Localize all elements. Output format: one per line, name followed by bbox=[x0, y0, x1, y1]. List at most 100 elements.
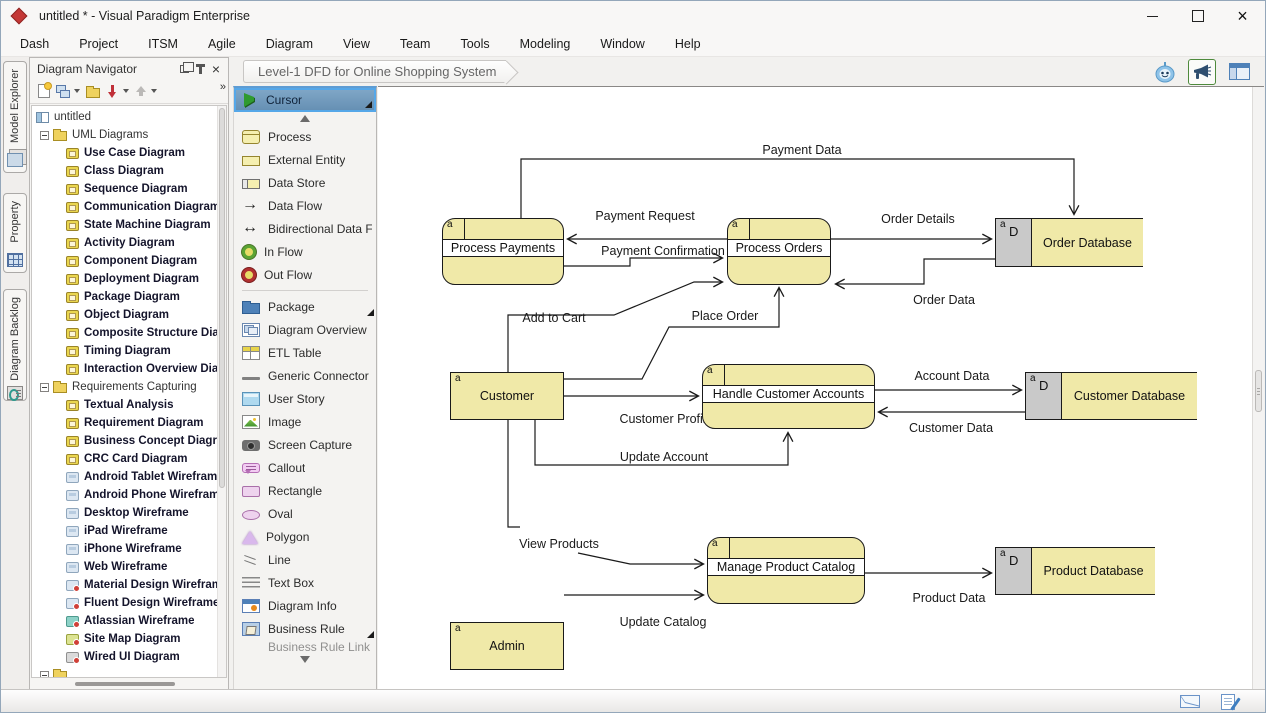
flow-label[interactable]: Update Catalog bbox=[620, 615, 707, 629]
process-process-payments[interactable]: a Process Payments bbox=[442, 218, 564, 285]
close-panel-button[interactable] bbox=[208, 61, 224, 76]
tree-item-class-diagram[interactable]: Class Diagram bbox=[32, 162, 217, 180]
flow-payment-confirmation[interactable] bbox=[564, 258, 722, 266]
menu-project[interactable]: Project bbox=[64, 33, 133, 55]
tree-item-fluent-design-wireframe[interactable]: Fluent Design Wireframe bbox=[32, 594, 217, 612]
palette-item-bidirectional-data-flow[interactable]: Bidirectional Data Flow bbox=[234, 217, 376, 240]
collapse-toggle-icon[interactable] bbox=[40, 671, 49, 678]
flow-label[interactable]: Payment Request bbox=[595, 209, 695, 223]
tree-item-composite-structure-diagram[interactable]: Composite Structure Diagram bbox=[32, 324, 217, 342]
external-entity-admin[interactable]: a Admin bbox=[450, 622, 564, 670]
palette-item-in-flow[interactable]: In Flow bbox=[234, 240, 376, 263]
palette-item-cursor[interactable]: Cursor bbox=[234, 88, 376, 112]
palette-item-line[interactable]: Line bbox=[234, 548, 376, 571]
process-manage-product-catalog[interactable]: a Manage Product Catalog bbox=[707, 537, 865, 604]
palette-item-business-rule[interactable]: Business Rule bbox=[234, 617, 376, 640]
menu-help[interactable]: Help bbox=[660, 33, 716, 55]
palette-item-package[interactable]: Package bbox=[234, 295, 376, 318]
collapse-toggle-icon[interactable] bbox=[40, 131, 49, 140]
menu-tools[interactable]: Tools bbox=[445, 33, 504, 55]
palette-scroll-down[interactable] bbox=[234, 653, 376, 666]
close-button[interactable] bbox=[1220, 1, 1265, 31]
tree-item-desktop-wireframe[interactable]: Desktop Wireframe bbox=[32, 504, 217, 522]
tree-item-untitled[interactable]: untitled bbox=[32, 108, 217, 126]
flow-view-products-segment[interactable] bbox=[508, 420, 520, 527]
tree-folder-empty[interactable] bbox=[32, 666, 217, 677]
menu-modeling[interactable]: Modeling bbox=[505, 33, 586, 55]
model-structure-button[interactable] bbox=[53, 81, 73, 102]
flow-order-data[interactable] bbox=[836, 259, 995, 284]
scrollbar-thumb[interactable] bbox=[75, 682, 175, 686]
menu-itsm[interactable]: ITSM bbox=[133, 33, 193, 55]
flow-label[interactable]: Customer Profile bbox=[619, 412, 712, 426]
palette-item-business-rule-link[interactable]: Business Rule Link bbox=[234, 640, 376, 653]
tab-property[interactable]: Property bbox=[3, 193, 27, 273]
collapse-toggle-icon[interactable] bbox=[40, 383, 49, 392]
palette-item-screen-capture[interactable]: Screen Capture bbox=[234, 433, 376, 456]
flow-label[interactable]: Account Data bbox=[914, 369, 989, 383]
tree-item-iphone-wireframe[interactable]: iPhone Wireframe bbox=[32, 540, 217, 558]
whats-new-button[interactable] bbox=[1188, 59, 1216, 85]
toolbar-overflow-icon[interactable] bbox=[220, 81, 226, 93]
scrollbar-thumb[interactable] bbox=[219, 108, 225, 488]
scrollbar-thumb[interactable] bbox=[1255, 370, 1262, 412]
tree-item-package-diagram[interactable]: Package Diagram bbox=[32, 288, 217, 306]
tree-folder-requirements-capturing[interactable]: Requirements Capturing bbox=[32, 378, 217, 396]
palette-item-diagram-overview[interactable]: Diagram Overview bbox=[234, 318, 376, 341]
flow-label[interactable]: Payment Confirmation bbox=[601, 244, 725, 258]
tree-item-requirement-diagram[interactable]: Requirement Diagram bbox=[32, 414, 217, 432]
palette-item-callout[interactable]: Callout bbox=[234, 456, 376, 479]
palette-item-image[interactable]: Image bbox=[234, 410, 376, 433]
flow-label[interactable]: Payment Data bbox=[762, 143, 841, 157]
flow-label[interactable]: Product Data bbox=[913, 591, 986, 605]
flow-label[interactable]: Update Account bbox=[620, 450, 709, 464]
flow-label[interactable]: Order Details bbox=[881, 212, 955, 226]
palette-item-diagram-info[interactable]: Diagram Info bbox=[234, 594, 376, 617]
tree-item-site-map-diagram[interactable]: Site Map Diagram bbox=[32, 630, 217, 648]
palette-item-out-flow[interactable]: Out Flow bbox=[234, 263, 376, 286]
diagram-canvas[interactable]: Payment Data Payment Request Payment Con… bbox=[378, 86, 1264, 691]
sort-diagrams-button[interactable] bbox=[103, 81, 122, 102]
flow-label[interactable]: Order Data bbox=[913, 293, 975, 307]
data-store-customer-database[interactable]: a D Customer Database bbox=[1025, 372, 1197, 420]
breadcrumb[interactable]: Level-1 DFD for Online Shopping System bbox=[243, 60, 506, 83]
flow-label[interactable]: Customer Data bbox=[909, 421, 993, 435]
dropdown-caret-icon[interactable] bbox=[123, 89, 129, 93]
tree-item-web-wireframe[interactable]: Web Wireframe bbox=[32, 558, 217, 576]
tree-item-android-tablet-wireframe[interactable]: Android Tablet Wireframe bbox=[32, 468, 217, 486]
menu-team[interactable]: Team bbox=[385, 33, 446, 55]
tree-item-material-design-wireframe[interactable]: Material Design Wireframe bbox=[32, 576, 217, 594]
menu-view[interactable]: View bbox=[328, 33, 385, 55]
palette-item-user-story[interactable]: User Story bbox=[234, 387, 376, 410]
palette-item-oval[interactable]: Oval bbox=[234, 502, 376, 525]
dropdown-caret-icon[interactable] bbox=[74, 89, 80, 93]
palette-item-external-entity[interactable]: External Entity bbox=[234, 148, 376, 171]
tree-item-state-machine-diagram[interactable]: State Machine Diagram bbox=[32, 216, 217, 234]
open-folder-button[interactable] bbox=[83, 81, 103, 102]
tree-item-android-phone-wireframe[interactable]: Android Phone Wireframe bbox=[32, 486, 217, 504]
tree-item-object-diagram[interactable]: Object Diagram bbox=[32, 306, 217, 324]
process-process-orders[interactable]: a Process Orders bbox=[727, 218, 831, 285]
tree-item-ipad-wireframe[interactable]: iPad Wireframe bbox=[32, 522, 217, 540]
float-panel-button[interactable] bbox=[176, 61, 192, 76]
tree-item-communication-diagram[interactable]: Communication Diagram bbox=[32, 198, 217, 216]
navigate-up-button[interactable] bbox=[132, 81, 150, 102]
pin-panel-button[interactable] bbox=[192, 61, 208, 76]
menu-window[interactable]: Window bbox=[585, 33, 659, 55]
palette-item-process[interactable]: Process bbox=[234, 125, 376, 148]
tree-item-wired-ui-diagram[interactable]: Wired UI Diagram bbox=[32, 648, 217, 666]
canvas-vertical-scrollbar[interactable] bbox=[1252, 87, 1264, 690]
palette-item-polygon[interactable]: Polygon bbox=[234, 525, 376, 548]
panel-layout-button[interactable] bbox=[1225, 59, 1253, 85]
tab-diagram-backlog[interactable]: Diagram Backlog bbox=[3, 289, 27, 401]
tree-item-interaction-overview-diagram[interactable]: Interaction Overview Diagram bbox=[32, 360, 217, 378]
dropdown-caret-icon[interactable] bbox=[151, 89, 157, 93]
menu-dash[interactable]: Dash bbox=[5, 33, 64, 55]
tab-model-explorer[interactable]: Model Explorer bbox=[3, 61, 27, 173]
palette-item-data-flow[interactable]: Data Flow bbox=[234, 194, 376, 217]
palette-item-generic-connector[interactable]: Generic Connector bbox=[234, 364, 376, 387]
tree-item-use-case-diagram[interactable]: Use Case Diagram bbox=[32, 144, 217, 162]
menu-diagram[interactable]: Diagram bbox=[251, 33, 328, 55]
data-store-order-database[interactable]: a D Order Database bbox=[995, 218, 1143, 267]
palette-scroll-up[interactable] bbox=[234, 112, 376, 125]
